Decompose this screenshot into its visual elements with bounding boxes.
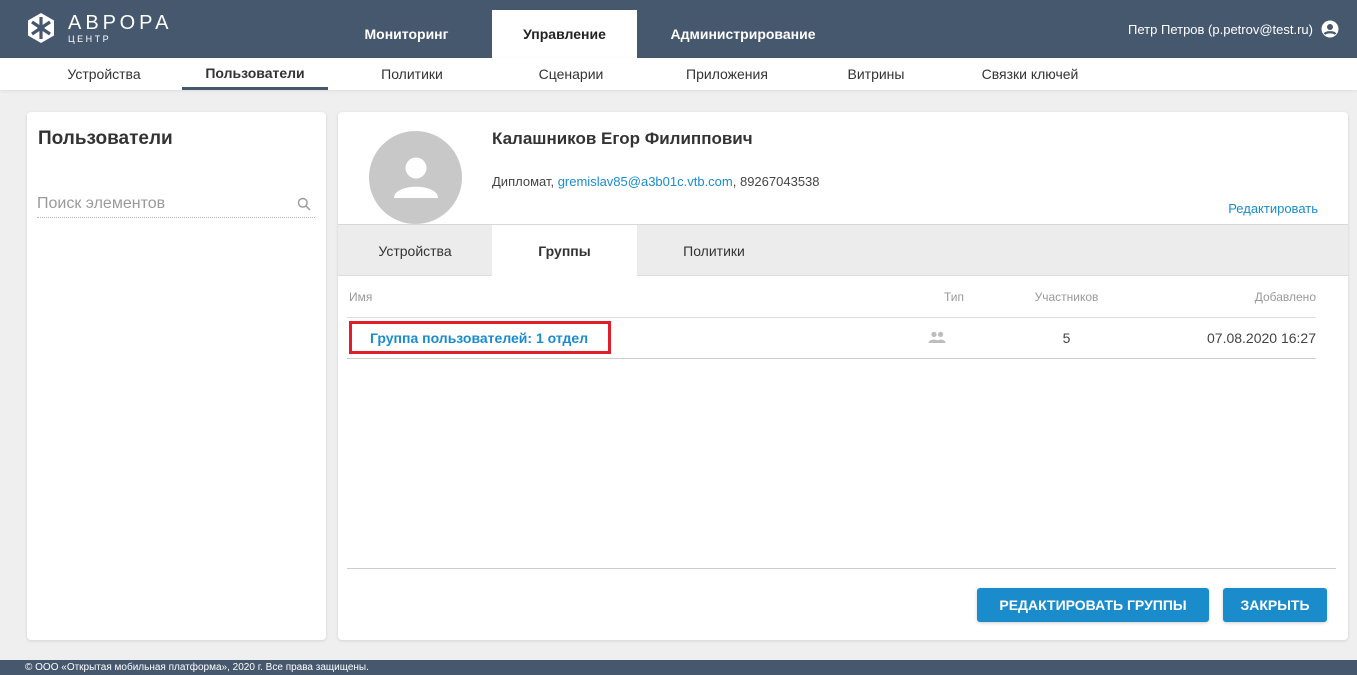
tab-management[interactable]: Управление — [492, 10, 637, 58]
close-button[interactable]: ЗАКРЫТЬ — [1223, 588, 1327, 622]
group-added-date: 07.08.2020 16:27 — [1207, 330, 1316, 346]
subnav-showcases[interactable]: Витрины — [826, 58, 926, 90]
user-details-card: Калашников Егор Филиппович Дипломат, gre… — [338, 112, 1348, 640]
column-header-name[interactable]: Имя — [349, 290, 372, 304]
search-input[interactable] — [37, 194, 297, 213]
users-sidebar: Пользователи — [27, 112, 326, 640]
tab-devices[interactable]: Устройства — [338, 225, 492, 276]
column-header-members[interactable]: Участников — [1014, 290, 1119, 304]
logo-title: АВРОРА — [68, 11, 173, 34]
logo-text: АВРОРА ЦЕНТР — [68, 13, 172, 44]
logo-subtitle: ЦЕНТР — [68, 33, 112, 44]
subnav-keychains[interactable]: Связки ключей — [960, 58, 1100, 90]
subnav-devices[interactable]: Устройства — [48, 58, 160, 90]
table-row[interactable]: Группа пользователей: 1 отдел 5 07.08.20… — [347, 318, 1316, 359]
subnav-applications[interactable]: Приложения — [664, 58, 790, 90]
avatar — [369, 131, 462, 224]
tab-monitoring[interactable]: Мониторинг — [345, 10, 468, 58]
account-circle-icon — [1321, 20, 1339, 38]
search-box — [37, 190, 315, 218]
column-header-added[interactable]: Добавлено — [1255, 290, 1316, 304]
subnav-policies[interactable]: Политики — [362, 58, 462, 90]
group-name-link[interactable]: Группа пользователей: 1 отдел — [349, 321, 611, 354]
person-icon — [393, 157, 438, 198]
edit-groups-button[interactable]: РЕДАКТИРОВАТЬ ГРУППЫ — [977, 588, 1209, 622]
group-icon — [928, 331, 946, 343]
tab-groups[interactable]: Группы — [492, 225, 637, 277]
tab-administration[interactable]: Администрирование — [648, 10, 838, 58]
user-menu[interactable]: Петр Петров (p.petrov@test.ru) — [1128, 20, 1339, 38]
aurora-logo-icon — [28, 13, 54, 43]
sidebar-title: Пользователи — [38, 128, 173, 149]
logo[interactable]: АВРОРА ЦЕНТР — [24, 10, 172, 46]
footer-copyright: © ООО «Открытая мобильная платформа», 20… — [0, 660, 1357, 675]
sub-navigation: Устройства Пользователи Политики Сценари… — [0, 58, 1357, 90]
subnav-users[interactable]: Пользователи — [182, 58, 328, 90]
user-email-link[interactable]: gremislav85@a3b01c.vtb.com — [558, 174, 733, 189]
actions-divider — [347, 568, 1336, 569]
user-role: Дипломат, — [492, 174, 558, 189]
user-name: Петр Петров (p.petrov@test.ru) — [1128, 21, 1313, 37]
search-icon[interactable] — [297, 197, 311, 211]
column-header-type[interactable]: Тип — [944, 290, 964, 304]
group-members-count: 5 — [1062, 330, 1071, 346]
subnav-scenarios[interactable]: Сценарии — [518, 58, 624, 90]
user-phone: , 89267043538 — [732, 174, 820, 189]
user-info: Дипломат, gremislav85@a3b01c.vtb.com, 89… — [492, 174, 820, 189]
top-bar: АВРОРА ЦЕНТР Мониторинг Управление Админ… — [0, 0, 1357, 58]
user-full-name: Калашников Егор Филиппович — [492, 129, 753, 148]
details-tabs: Устройства Группы Политики — [338, 224, 1348, 277]
tab-policies[interactable]: Политики — [637, 225, 791, 276]
edit-profile-link[interactable]: Редактировать — [1228, 201, 1318, 216]
